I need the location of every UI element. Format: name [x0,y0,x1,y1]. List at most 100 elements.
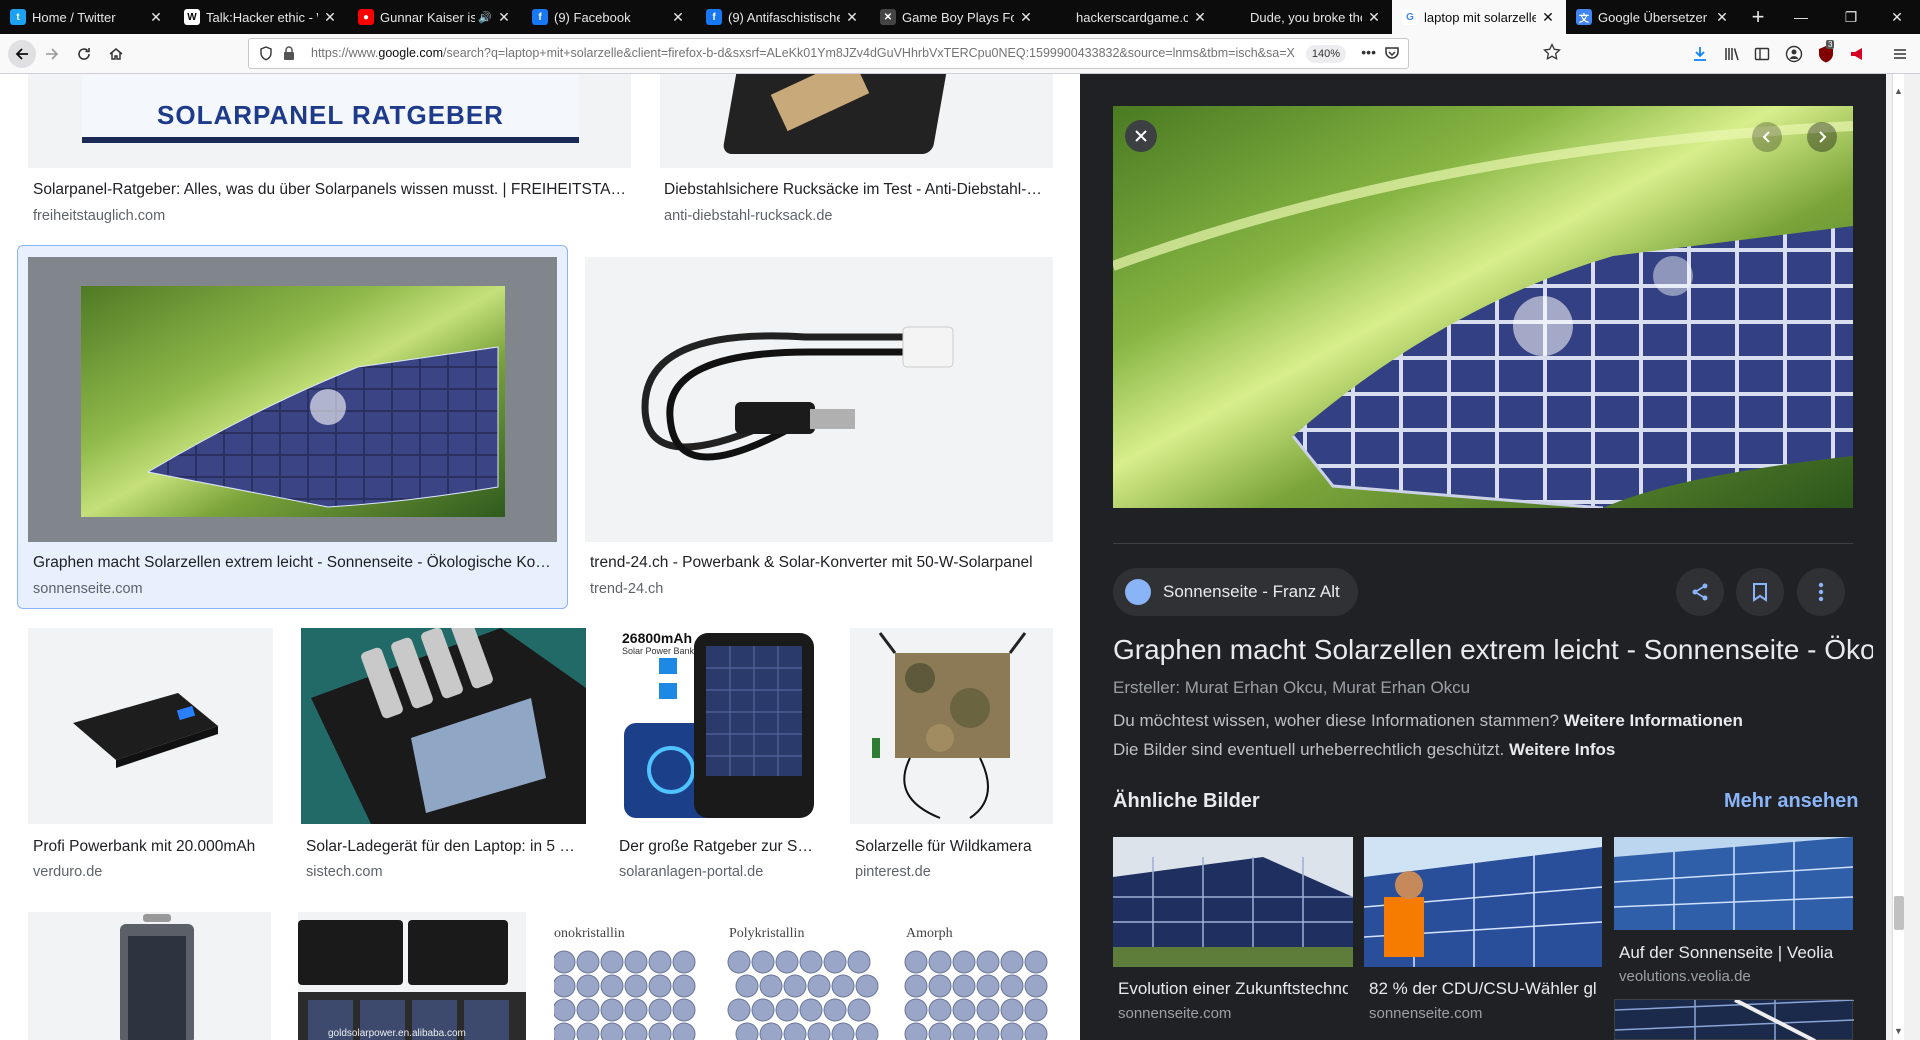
close-tab-icon[interactable]: ✕ [148,9,164,26]
close-tab-icon[interactable]: ✕ [1192,9,1208,26]
close-tab-icon[interactable]: ✕ [496,9,512,26]
sidebar-icon[interactable] [1750,42,1774,66]
result-title[interactable]: Solarpanel-Ratgeber: Alles, was du über … [33,181,626,199]
source-chip[interactable]: Sonnenseite - Franz Alt [1113,568,1358,616]
extension-megaphone-icon[interactable] [1846,42,1870,66]
close-tab-icon[interactable]: ✕ [1366,9,1382,26]
similar-source[interactable]: sonnenseite.com [1369,1005,1482,1022]
result-source[interactable]: solaranlagen-portal.de [619,864,763,880]
page-scrollbar[interactable]: ▲ ▼ [1886,74,1920,1040]
result-thumbnail-crystal-diagram[interactable]: onokristallin Polykristallin Amorph [554,912,1053,1040]
result-thumbnail-wildcam-panel[interactable] [850,628,1053,824]
result-title[interactable]: Solarzelle für Wildkamera [855,838,1048,856]
mute-tab-icon[interactable]: 🔊 [478,11,492,24]
bookmark-star-icon[interactable] [1540,40,1564,64]
result-title[interactable]: Der große Ratgeber zur Solar Powerbank [619,838,817,856]
forward-icon[interactable] [40,42,64,66]
result-source[interactable]: sonnenseite.com [33,581,143,597]
close-tab-icon[interactable]: ✕ [1540,9,1556,26]
tracking-protection-icon[interactable] [259,46,273,66]
zoom-level-button[interactable]: 140% [1305,45,1346,63]
tab-5[interactable]: f (9) Antifaschistische ✕ [696,0,870,34]
tab-1[interactable]: t Home / Twitter ✕ [0,0,174,34]
page-actions-icon[interactable]: ••• [1361,44,1376,60]
more-info-link[interactable]: Weitere Infos [1509,740,1615,759]
result-title[interactable]: Diebstahlsichere Rucksäcke im Test - Ant… [664,181,1053,199]
result-title[interactable]: Solar-Ladegerät für den Laptop: in 5 Sch… [306,838,581,856]
similar-thumbnail[interactable] [1614,998,1855,1040]
scrollbar-thumb[interactable] [1894,896,1904,930]
similar-title[interactable]: Evolution einer Zukunftstechnologie [1118,979,1348,999]
result-thumbnail-charger[interactable] [301,628,586,824]
crystal-sphere [554,950,576,974]
share-icon[interactable] [1676,568,1724,616]
scroll-down-icon[interactable]: ▼ [1894,1026,1903,1036]
similar-title[interactable]: 82 % der CDU/CSU-Wähler glauben [1369,979,1597,999]
ublock-extension-icon[interactable]: 3 [1814,40,1838,66]
result-source[interactable]: verduro.de [33,864,102,880]
preview-image[interactable] [1113,106,1853,508]
close-tab-icon[interactable]: ✕ [1018,9,1034,26]
result-source[interactable]: freiheitstauglich.com [33,208,165,224]
result-source[interactable]: sistech.com [306,864,383,880]
similar-thumbnail[interactable] [1363,837,1603,967]
result-thumbnail-backpack[interactable] [660,74,1053,168]
tab-2[interactable]: W Talk:Hacker ethic - Wikipedia✕ [174,0,348,34]
url-text[interactable]: https://www.google.com/search?q=laptop+m… [311,46,1351,60]
result-source[interactable]: anti-diebstahl-rucksack.de [664,208,832,224]
result-title[interactable]: Profi Powerbank mit 20.000mAh [33,838,263,856]
preview-creator: Ersteller: Murat Erhan Okcu, Murat Erhan… [1113,678,1471,697]
scroll-up-icon[interactable]: ▲ [1894,86,1903,96]
result-thumbnail-solarpanel[interactable]: SOLARPANEL RATGEBER [28,74,631,168]
see-more-link[interactable]: Mehr ansehen [1724,790,1858,813]
result-source[interactable]: pinterest.de [855,864,931,880]
library-icon[interactable] [1720,42,1744,66]
tab-9[interactable]: Glaptop mit solarzelle ✕ [1392,0,1566,34]
tab-10[interactable]: 文 Google Übersetzer ✕ [1566,0,1740,34]
similar-title[interactable]: Auf der Sonnenseite | Veolia [1619,943,1848,963]
close-preview-button[interactable] [1125,120,1157,152]
result-title[interactable]: trend-24.ch - Powerbank & Solar-Konverte… [590,554,1053,572]
pocket-icon[interactable] [1384,45,1400,66]
similar-thumbnail[interactable] [1113,837,1353,967]
hamburger-menu-icon[interactable] [1888,42,1912,66]
lock-icon[interactable] [283,46,295,66]
similar-source[interactable]: sonnenseite.com [1118,1005,1231,1022]
new-tab-button[interactable]: + [1740,0,1776,34]
navigation-bar: https://www.google.com/search?q=laptop+m… [0,34,1920,74]
home-icon[interactable] [104,42,128,66]
similar-thumbnail[interactable] [1613,837,1854,930]
result-thumbnail-graphen[interactable] [28,257,557,542]
tab-4[interactable]: f (9) Facebook ✕ [522,0,696,34]
tab-6[interactable]: ✕Game Boy Plays Fortnite✕ [870,0,1044,34]
more-information-link[interactable]: Weitere Informationen [1564,711,1743,730]
close-window-icon[interactable]: ✕ [1874,0,1920,34]
back-icon[interactable] [8,40,36,68]
account-icon[interactable] [1782,42,1806,66]
url-bar[interactable]: https://www.google.com/search?q=laptop+m… [248,38,1409,69]
maximize-icon[interactable]: ❐ [1828,0,1874,34]
result-thumbnail-cable[interactable] [585,257,1053,542]
close-tab-icon[interactable]: ✕ [844,9,860,26]
reload-icon[interactable] [72,42,96,66]
result-thumbnail-solar-powerbank[interactable]: 26800mAh Solar Power Bank [614,628,822,824]
result-title[interactable]: Graphen macht Solarzellen extrem leicht … [33,554,553,572]
similar-source[interactable]: veolutions.veolia.de [1619,968,1751,985]
previous-image-button[interactable] [1752,122,1782,152]
close-tab-icon[interactable]: ✕ [322,9,338,26]
close-tab-icon[interactable]: ✕ [670,9,686,26]
result-source[interactable]: trend-24.ch [590,581,663,597]
tab-8[interactable]: Dude, you broke the ✕ [1218,0,1392,34]
downloads-icon[interactable] [1688,42,1712,66]
tab-3[interactable]: ● Gunnar Kaiser is live🔊 ✕ [348,0,522,34]
result-thumbnail-powerbank[interactable] [28,628,273,824]
bookmark-icon[interactable] [1736,568,1784,616]
next-image-button[interactable] [1807,122,1837,152]
more-options-icon[interactable] [1797,568,1845,616]
preview-title[interactable]: Graphen macht Solarzellen extrem leicht … [1113,634,1873,666]
tab-7[interactable]: hackerscardgame.ch/jpg✕ [1044,0,1218,34]
result-thumbnail-portable-panel[interactable] [28,912,271,1040]
close-tab-icon[interactable]: ✕ [1714,9,1730,26]
result-thumbnail-foldable-panel[interactable]: goldsolarpower.en.alibaba.com [298,912,526,1040]
minimize-icon[interactable]: — [1778,0,1824,34]
